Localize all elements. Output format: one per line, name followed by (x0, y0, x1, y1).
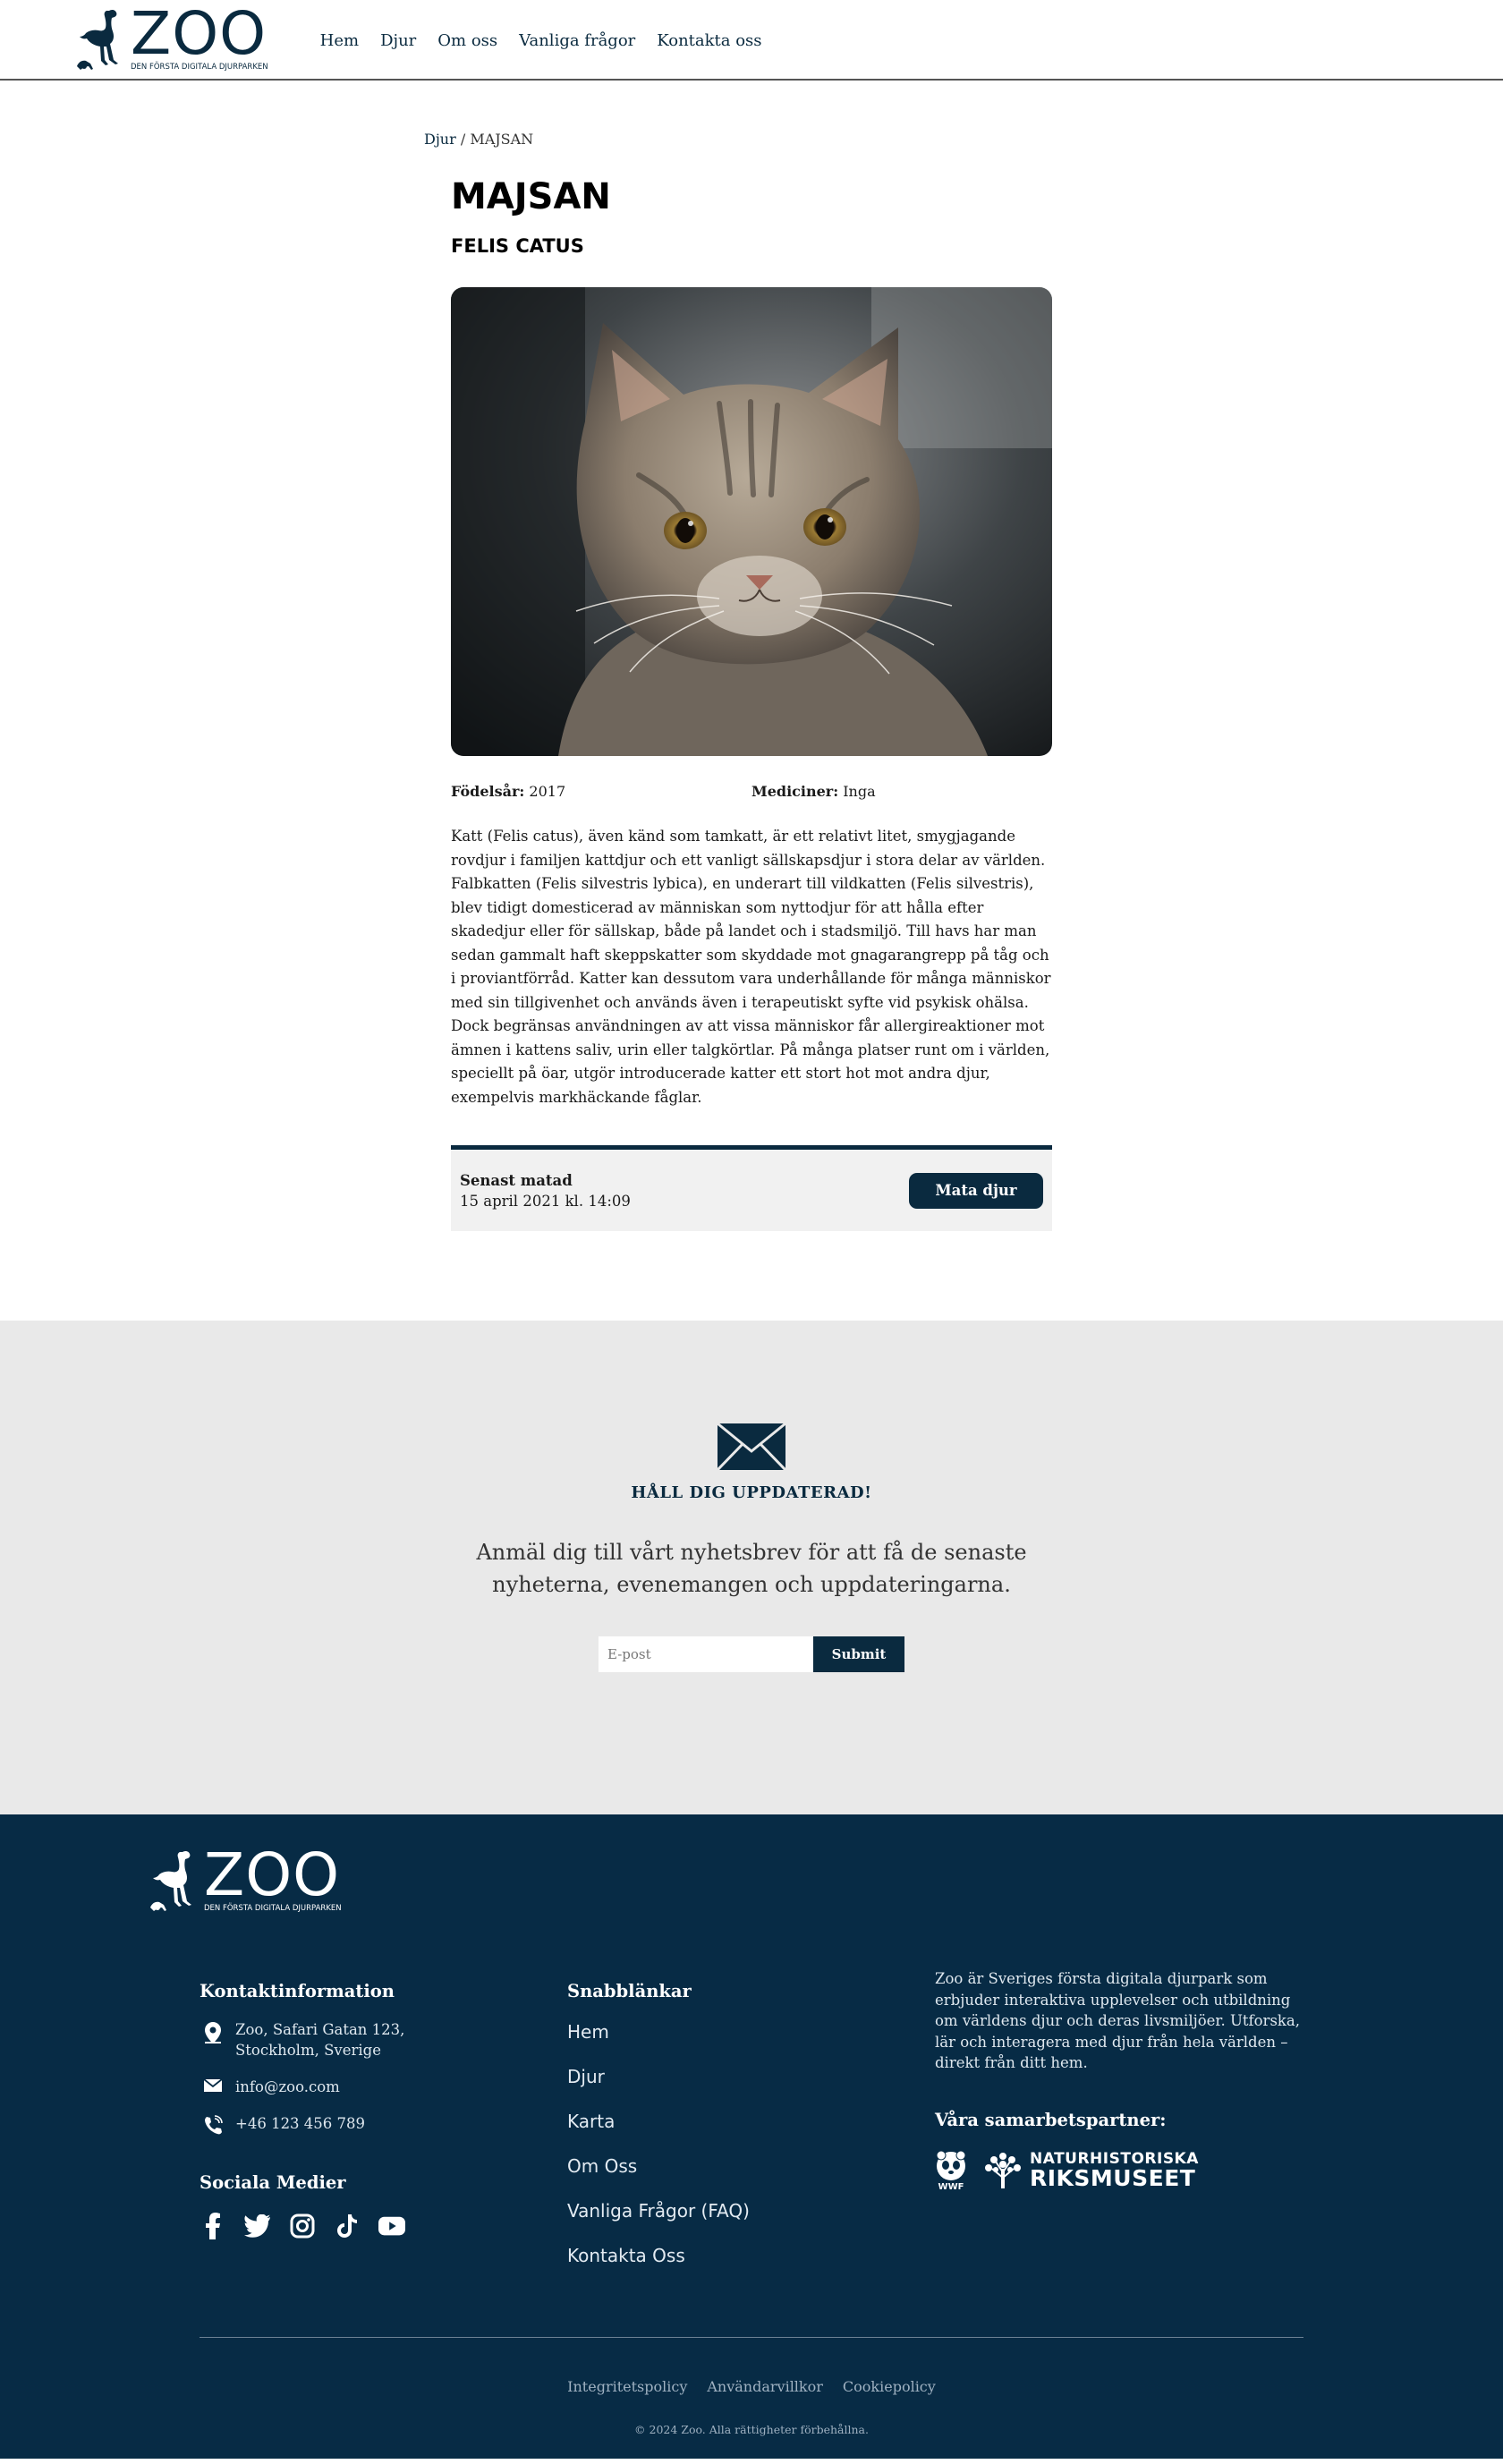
logo-wordmark: ZOO (131, 0, 267, 68)
social-icons (200, 2213, 495, 2239)
tiktok-icon[interactable] (334, 2213, 361, 2239)
quicklink-contact[interactable]: Kontakta Oss (567, 2245, 862, 2266)
copyright: © 2024 Zoo. Alla rättigheter förbehållna… (634, 2423, 869, 2436)
wwf-logo[interactable]: WWF (935, 2150, 967, 2192)
naturhistoriska-riksmuseet-logo[interactable]: NATURHISTORISKA RIKSMUSEET (983, 2151, 1199, 2190)
breadcrumb-animals-link[interactable]: Djur (424, 131, 456, 148)
medications-value: Inga (843, 783, 876, 800)
footer-zoo-logo[interactable]: ZOO DEN FÖRSTA DIGITALA DJURPARKEN (149, 1840, 342, 1913)
animal-facts: Födelsår: 2017 Mediciner: Inga (451, 783, 1052, 800)
mail-icon (200, 2077, 226, 2093)
footer-logo-tagline: DEN FÖRSTA DIGITALA DJURPARKEN (204, 1904, 342, 1913)
animal-description: Katt (Felis catus), även känd som tamkat… (451, 828, 1051, 1106)
about-text: Zoo är Sveriges första digitala djurpark… (935, 1970, 1300, 2071)
phone-text: +46 123 456 789 (235, 2115, 366, 2132)
logo-tagline: DEN FÖRSTA DIGITALA DJURPARKEN (131, 63, 268, 72)
feed-animal-button[interactable]: Mata djur (909, 1172, 1043, 1209)
newsletter-text: Anmäl dig till vårt nyhetsbrev för att f… (476, 1540, 1027, 1597)
contact-phone[interactable]: +46 123 456 789 (200, 2113, 495, 2135)
contact-title: Kontaktinformation (200, 1981, 395, 2001)
animal-species: FELIS CATUS (451, 235, 584, 257)
quicklinks-list: Hem Djur Karta Om Oss Vanliga Frågor (FA… (567, 2021, 862, 2266)
footer-logo-wordmark: ZOO (204, 1840, 341, 1909)
address-line-1: Zoo, Safari Gatan 123, (235, 2021, 405, 2038)
footer-divider (200, 2337, 1303, 2338)
envelope-icon (717, 1423, 786, 1471)
youtube-icon[interactable] (378, 2213, 405, 2239)
cat-photo (451, 287, 1052, 756)
newsletter-section: HÅLL DIG UPPDATERAD! Anmäl dig till vårt… (0, 1321, 1503, 1814)
quicklinks-title: Snabblänkar (567, 1981, 692, 2001)
breadcrumb-separator: / (455, 131, 471, 148)
site-footer: ZOO DEN FÖRSTA DIGITALA DJURPARKEN Konta… (0, 1814, 1503, 2459)
medications-label: Mediciner: (752, 783, 839, 800)
newsletter-submit-button[interactable]: Submit (813, 1636, 904, 1672)
last-fed-date: 15 april 2021 kl. 14:09 (460, 1192, 631, 1210)
medications: Mediciner: Inga (752, 783, 1052, 800)
birth-year-value: 2017 (529, 783, 566, 800)
quicklink-faq[interactable]: Vanliga Frågor (FAQ) (567, 2200, 862, 2222)
address-line-2: Stockholm, Sverige (235, 2042, 381, 2059)
newsletter-form: Submit (599, 1636, 904, 1672)
ostrich-icon (150, 1850, 191, 1911)
ostrich-icon (77, 9, 118, 70)
tree-icon (985, 2153, 1021, 2188)
phone-icon (200, 2113, 226, 2135)
nrm-line-2: RIKSMUSEET (1030, 2165, 1196, 2191)
nav-home[interactable]: Hem (320, 31, 359, 50)
instagram-icon[interactable] (289, 2213, 316, 2239)
twitter-icon[interactable] (244, 2213, 271, 2239)
breadcrumb-current: MAJSAN (470, 131, 534, 148)
zoo-logo[interactable]: ZOO DEN FÖRSTA DIGITALA DJURPARKEN (75, 0, 268, 72)
social-title: Sociala Medier (200, 2172, 346, 2193)
nav-about[interactable]: Om oss (437, 31, 497, 50)
legal-links: Integritetspolicy Användarvillkor Cookie… (0, 2378, 1503, 2395)
birth-year-label: Födelsår: (451, 783, 525, 800)
nav-faq[interactable]: Vanliga frågor (519, 31, 635, 50)
feeding-panel: Senast matad 15 april 2021 kl. 14:09 Mat… (451, 1145, 1052, 1231)
nav-animals[interactable]: Djur (380, 31, 416, 50)
contact-email[interactable]: info@zoo.com (200, 2077, 495, 2097)
email-text: info@zoo.com (235, 2078, 340, 2095)
quicklink-map[interactable]: Karta (567, 2111, 862, 2132)
last-fed-label: Senast matad (460, 1171, 573, 1189)
terms-link[interactable]: Användarvillkor (707, 2378, 823, 2395)
footer-contact-column: Kontaktinformation Zoo, Safari Gatan 123… (200, 1981, 495, 2239)
quicklink-animals[interactable]: Djur (567, 2066, 862, 2087)
newsletter-title: HÅLL DIG UPPDATERAD! (631, 1483, 872, 1502)
main-nav: Hem Djur Om oss Vanliga frågor Kontakta … (320, 31, 762, 50)
quicklink-home[interactable]: Hem (567, 2021, 862, 2043)
quicklink-about[interactable]: Om Oss (567, 2155, 862, 2177)
breadcrumb: Djur / MAJSAN (424, 131, 1086, 148)
partners-title: Våra samarbetspartner: (935, 2109, 1167, 2130)
contact-address: Zoo, Safari Gatan 123, Stockholm, Sverig… (200, 2019, 495, 2060)
facebook-icon[interactable] (200, 2213, 226, 2239)
site-header: ZOO DEN FÖRSTA DIGITALA DJURPARKEN Hem D… (0, 0, 1503, 81)
animal-detail: Djur / MAJSAN MAJSAN FELIS CATUS Födelså… (424, 81, 1086, 1231)
footer-about-column: Zoo är Sveriges första digitala djurpark… (935, 1970, 1311, 2192)
birth-year: Födelsår: 2017 (451, 783, 752, 800)
panda-icon (936, 2150, 966, 2180)
footer-quicklinks-column: Snabblänkar Hem Djur Karta Om Oss Vanlig… (567, 1981, 862, 2290)
cookie-policy-link[interactable]: Cookiepolicy (843, 2378, 936, 2395)
partner-logos: WWF NATURHISTORISKA RIKSMUSEET (935, 2150, 1311, 2192)
animal-name: MAJSAN (451, 176, 611, 217)
email-input[interactable] (599, 1636, 813, 1672)
nav-contact[interactable]: Kontakta oss (657, 31, 761, 50)
location-pin-icon (200, 2019, 226, 2044)
wwf-text: WWF (938, 2181, 964, 2192)
privacy-policy-link[interactable]: Integritetspolicy (567, 2378, 687, 2395)
